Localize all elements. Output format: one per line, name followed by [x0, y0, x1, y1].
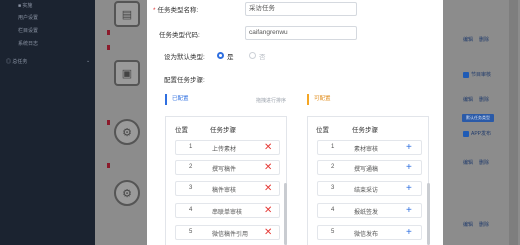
configured-panel-scrollbar[interactable] [284, 183, 287, 245]
available-step-row[interactable]: 2 撰写通稿 + [317, 160, 422, 175]
task-type-code-label: 任务类型代码: [159, 32, 200, 39]
edit-link[interactable]: 编辑 [463, 160, 473, 166]
bookmark-icon [107, 45, 110, 50]
image-icon: ▣ [114, 60, 140, 86]
available-panel-scrollbar[interactable] [427, 183, 430, 245]
checkbox-icon [463, 130, 469, 137]
task-type-code-input[interactable]: caifangrenwu [245, 26, 357, 40]
drag-sort-hint: 拖拽进行排序 [256, 98, 287, 104]
settings-icon: ⚙ [114, 180, 140, 206]
settings-icon: ⚙ [114, 119, 140, 145]
radio-yes[interactable] [217, 52, 224, 59]
checkbox-program-review[interactable]: 节目审核 [463, 71, 491, 78]
column-header-step: 任务步骤 [210, 127, 236, 134]
configured-step-row[interactable]: 1 上传素材 ✕ [175, 140, 280, 155]
delete-link[interactable]: 删除 [479, 222, 489, 228]
row-actions: 编辑 删除 [463, 159, 495, 166]
chevron-down-icon: ⌄ [86, 58, 91, 64]
remove-icon[interactable]: ✕ [264, 226, 272, 239]
status-badge: 默认任务类型 [462, 114, 494, 122]
remove-icon[interactable]: ✕ [264, 182, 272, 195]
available-step-row[interactable]: 4 报纸签发 + [317, 203, 422, 218]
scrollbar[interactable] [509, 0, 518, 245]
radio-yes-label: 是 [227, 54, 234, 61]
delete-link[interactable]: 删除 [479, 97, 489, 103]
available-step-row[interactable]: 5 微信发布 + [317, 225, 422, 240]
radio-no-label: 否 [259, 54, 266, 61]
add-icon[interactable]: + [406, 226, 412, 239]
task-type-name-label: * 任务类型名称: [153, 7, 199, 14]
available-section-title: 可配置 [307, 94, 331, 105]
sidebar: ■ 实施 用户设置 栏目设置 系统日志 ◎ 总任务 ⌄ [0, 0, 95, 245]
checkbox-icon [463, 71, 469, 78]
configure-steps-label: 配置任务步骤: [164, 77, 205, 84]
task-type-name-input[interactable]: 采访任务 [245, 2, 357, 16]
available-step-row[interactable]: 3 结束采访 + [317, 181, 422, 196]
delete-link[interactable]: 删除 [479, 37, 489, 43]
configured-step-row[interactable]: 4 串联单审核 ✕ [175, 203, 280, 218]
configured-section-title: 已配置 [165, 94, 189, 105]
configured-step-row[interactable]: 2 撰写稿件 ✕ [175, 160, 280, 175]
add-icon[interactable]: + [406, 161, 412, 174]
sidebar-item-system-log[interactable]: 系统日志 [18, 40, 38, 47]
default-type-label: 设为默认类型: [164, 54, 205, 61]
available-step-row[interactable]: 1 素材审核 + [317, 140, 422, 155]
edit-link[interactable]: 编辑 [463, 37, 473, 43]
row-actions: 编辑 删除 [463, 221, 495, 228]
add-icon[interactable]: + [406, 204, 412, 217]
sidebar-item-user-settings[interactable]: 用户设置 [18, 14, 38, 21]
edit-link[interactable]: 编辑 [463, 222, 473, 228]
row-actions: 编辑 删除 [463, 96, 495, 103]
add-icon[interactable]: + [406, 141, 412, 154]
remove-icon[interactable]: ✕ [264, 204, 272, 217]
row-actions: 编辑 删除 [463, 36, 495, 43]
bookmark-icon [107, 120, 110, 125]
edit-link[interactable]: 编辑 [463, 97, 473, 103]
sidebar-item-column-settings[interactable]: 栏目设置 [18, 27, 38, 34]
add-icon[interactable]: + [406, 182, 412, 195]
document-icon: ▤ [114, 1, 140, 27]
checkbox-app-publish[interactable]: APP发布 [463, 130, 491, 137]
sidebar-item-tasks[interactable]: ◎ 总任务 [6, 58, 27, 65]
remove-icon[interactable]: ✕ [264, 141, 272, 154]
delete-link[interactable]: 删除 [479, 160, 489, 166]
remove-icon[interactable]: ✕ [264, 161, 272, 174]
bookmark-icon [107, 163, 110, 168]
bookmark-icon [107, 30, 110, 35]
configured-step-row[interactable]: 5 微信稿件引用 ✕ [175, 225, 280, 240]
configured-step-row[interactable]: 3 稿件审核 ✕ [175, 181, 280, 196]
radio-no[interactable] [249, 52, 256, 59]
column-header-position: 位置 [175, 127, 188, 134]
sidebar-item[interactable]: ■ 实施 [18, 2, 32, 9]
column-header-position: 位置 [316, 127, 329, 134]
column-header-step: 任务步骤 [352, 127, 378, 134]
